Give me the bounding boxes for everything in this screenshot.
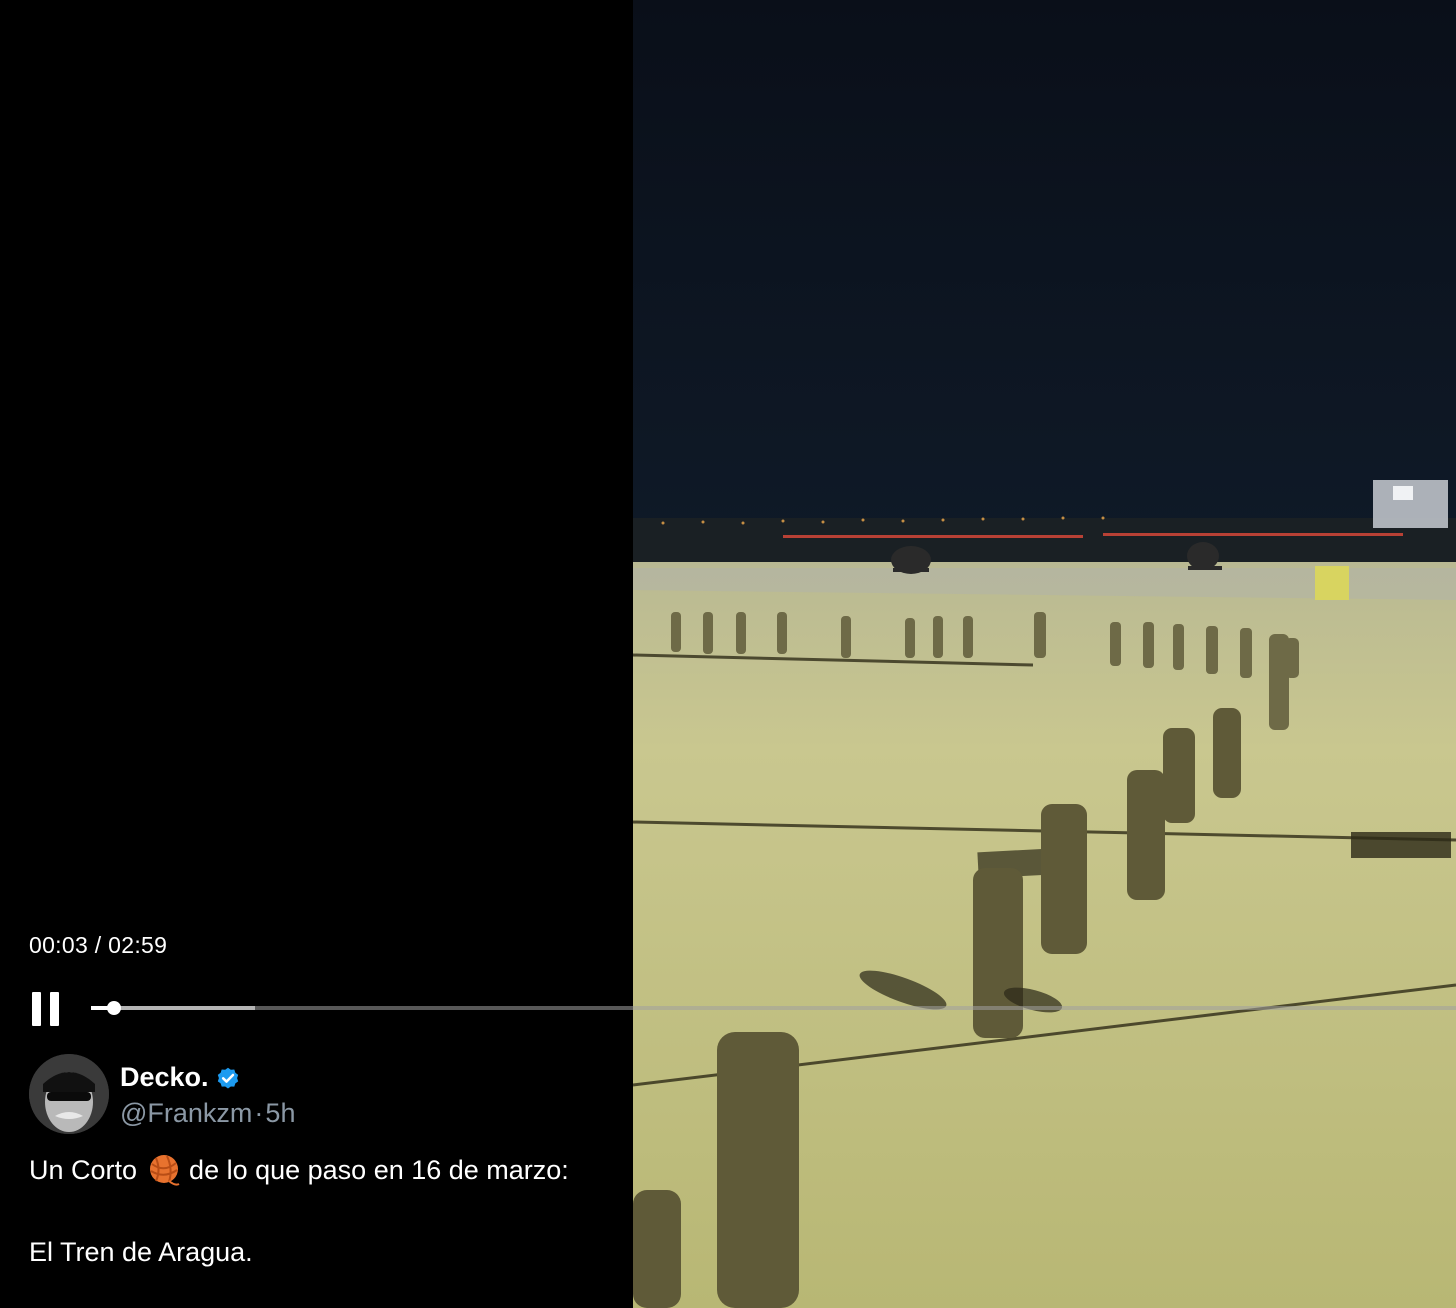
time-display: 00:03 / 02:59 — [29, 932, 167, 959]
author-handle[interactable]: @Frankzm — [120, 1098, 252, 1128]
tweet-age[interactable]: 5h — [265, 1098, 295, 1128]
author-name-link[interactable]: Decko. — [120, 1062, 241, 1093]
tweet-line-1: Un Corto de lo que paso en 16 de marzo: — [29, 1150, 629, 1190]
tweet-text: Un Corto de lo que paso en 16 de marzo: … — [29, 1150, 629, 1272]
verified-badge-icon — [217, 1067, 238, 1089]
author-meta: @Frankzm·5h — [120, 1098, 295, 1129]
progress-thumb[interactable] — [107, 1001, 122, 1015]
video-frame-image — [633, 0, 1456, 1308]
meta-separator: · — [254, 1098, 264, 1128]
tweet-line-2: El Tren de Aragua. — [29, 1237, 253, 1267]
avatar[interactable] — [29, 1054, 109, 1134]
time-total: 02:59 — [108, 932, 168, 958]
video-player[interactable]: 00:03 / 02:59 Decko. @Frankzm·5h Un Cort… — [0, 0, 1456, 1308]
author-display-name: Decko. — [120, 1062, 209, 1092]
pause-icon-bar-right — [50, 992, 59, 1026]
tweet-line-1-after: de lo que paso en 16 de marzo: — [189, 1155, 569, 1185]
yarn-ball-icon — [150, 1155, 180, 1186]
video-frame[interactable] — [633, 0, 1456, 1308]
time-separator: / — [88, 932, 109, 958]
avatar-image — [29, 1054, 109, 1134]
time-current: 00:03 — [29, 932, 89, 958]
pause-button[interactable] — [28, 990, 64, 1028]
progress-bar[interactable] — [91, 1001, 1456, 1015]
pause-icon-bar-left — [32, 992, 41, 1026]
tweet-line-1-before: Un Corto — [29, 1155, 138, 1185]
